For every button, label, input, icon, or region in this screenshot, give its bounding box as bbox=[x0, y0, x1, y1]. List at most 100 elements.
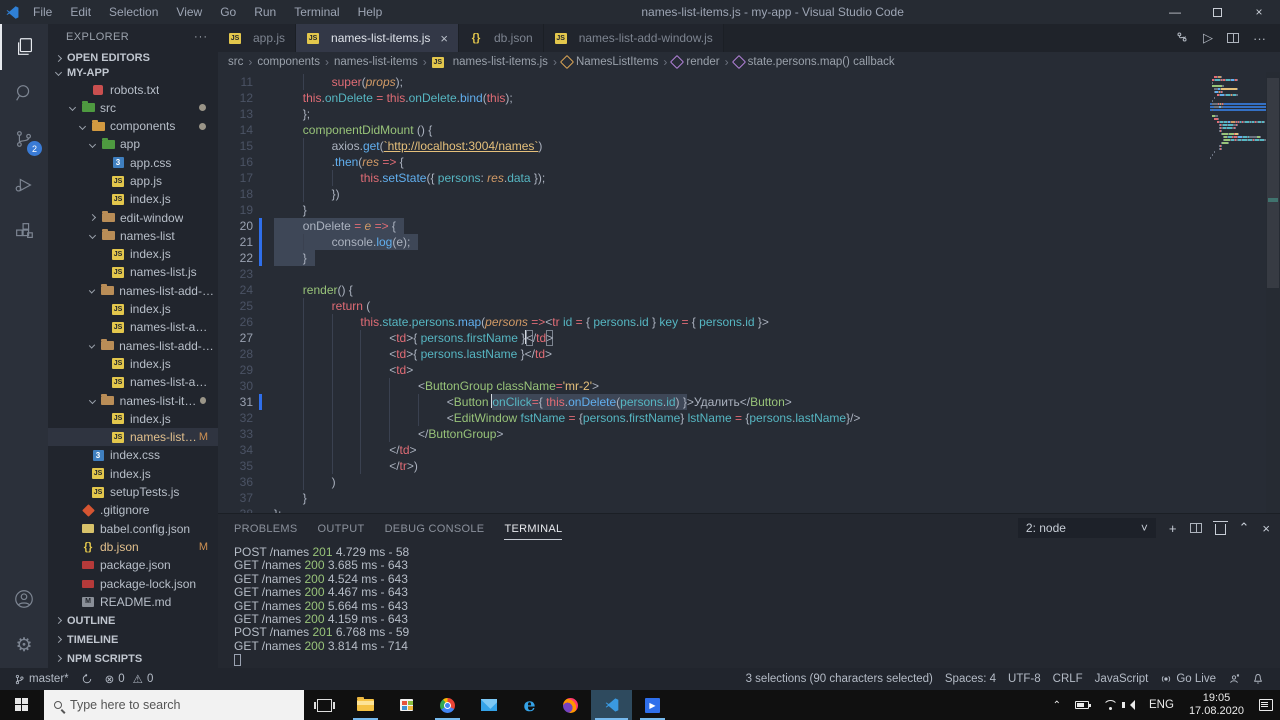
run-debug-icon[interactable] bbox=[0, 162, 48, 208]
code-line-11[interactable]: 11 super(props); bbox=[218, 74, 1208, 90]
taskbar-search-input[interactable]: Type here to search bbox=[44, 690, 304, 720]
tree-item[interactable]: app bbox=[48, 135, 218, 153]
file-explorer-taskbar-icon[interactable] bbox=[345, 690, 386, 720]
code-line-18[interactable]: 18}) bbox=[218, 186, 1208, 202]
code-line-32[interactable]: 32 < EditWindow fstName = {persons. firstNa… bbox=[218, 410, 1208, 426]
sync-indicator[interactable] bbox=[75, 668, 99, 690]
movies-tv-taskbar-icon[interactable]: ▶ bbox=[632, 690, 673, 720]
source-control-icon[interactable]: 2 bbox=[0, 116, 48, 162]
menu-help[interactable]: Help bbox=[349, 0, 392, 24]
sidebar-section-timeline[interactable]: TIMELINE bbox=[48, 630, 218, 649]
sidebar-section-npm-scripts[interactable]: NPM SCRIPTS bbox=[48, 649, 218, 668]
code-line-34[interactable]: 34 </td > bbox=[218, 442, 1208, 458]
tree-item[interactable]: robots.txt bbox=[48, 80, 218, 98]
tree-item[interactable]: JS names-list-add-moda... bbox=[48, 318, 218, 336]
sidebar-section-outline[interactable]: OUTLINE bbox=[48, 611, 218, 630]
notifications-bell-icon[interactable] bbox=[1246, 668, 1270, 690]
maximize-panel-icon[interactable]: ⌃ bbox=[1239, 520, 1250, 536]
tree-item[interactable]: JS index.js bbox=[48, 355, 218, 373]
language-indicator[interactable]: ENG bbox=[1142, 690, 1181, 720]
code-line-33[interactable]: 33 </ButtonGroup > bbox=[218, 426, 1208, 442]
workspace-root[interactable]: MY-APP bbox=[48, 66, 218, 81]
tree-item[interactable]: babel.config.json bbox=[48, 520, 218, 538]
tree-item[interactable]: edit-window bbox=[48, 208, 218, 226]
code-line-35[interactable]: 35 </tr >) bbox=[218, 458, 1208, 474]
minimize-button[interactable]: — bbox=[1154, 0, 1196, 24]
mail-taskbar-icon[interactable] bbox=[468, 690, 509, 720]
terminal-output[interactable]: POST /names 201 4.729 ms - 58 GET /names … bbox=[218, 542, 1280, 668]
tree-item[interactable]: package-lock.json bbox=[48, 574, 218, 592]
code-line-12[interactable]: 12 this. onDelete = this. onDelete. bind(thi… bbox=[218, 90, 1208, 106]
indentation-indicator[interactable]: Spaces: 4 bbox=[939, 668, 1002, 690]
tree-item[interactable]: .gitignore bbox=[48, 501, 218, 519]
menu-run[interactable]: Run bbox=[245, 0, 285, 24]
chrome-taskbar-icon[interactable] bbox=[427, 690, 468, 720]
tree-item[interactable]: names-list bbox=[48, 227, 218, 245]
close-panel-icon[interactable]: × bbox=[1262, 521, 1270, 536]
new-terminal-icon[interactable]: + bbox=[1169, 521, 1177, 536]
encoding-indicator[interactable]: UTF-8 bbox=[1002, 668, 1047, 690]
open-editors-section[interactable]: OPEN EDITORS bbox=[48, 51, 218, 66]
code-line-30[interactable]: 30 < ButtonGroup className ='mr-2' > bbox=[218, 378, 1208, 394]
tree-item[interactable]: 3 app.css bbox=[48, 154, 218, 172]
split-editor-icon[interactable] bbox=[1227, 33, 1239, 43]
tree-item[interactable]: JS setupTests.js bbox=[48, 483, 218, 501]
menu-file[interactable]: File bbox=[24, 0, 61, 24]
editor-tab-app.js[interactable]: JS app.js bbox=[218, 24, 297, 52]
panel-tab-debug-console[interactable]: DEBUG CONSOLE bbox=[385, 517, 485, 540]
open-changes-icon[interactable] bbox=[1175, 30, 1189, 47]
go-live-button[interactable]: Go Live bbox=[1154, 668, 1222, 690]
tree-item[interactable]: names-list-items bbox=[48, 391, 218, 409]
code-line-22[interactable]: 22} bbox=[218, 250, 1208, 266]
start-button[interactable] bbox=[0, 690, 44, 720]
code-line-21[interactable]: 21 console. log (e); bbox=[218, 234, 1208, 250]
code-line-14[interactable]: 14 componentDidMount () { bbox=[218, 122, 1208, 138]
store-taskbar-icon[interactable] bbox=[386, 690, 427, 720]
breadcrumb-item[interactable]: state.persons.map() callback bbox=[731, 54, 895, 70]
breadcrumb-item[interactable]: render bbox=[670, 54, 720, 70]
code-line-15[interactable]: 15 axios. get(`http://localhost:3004/names… bbox=[218, 138, 1208, 154]
notification-center-icon[interactable] bbox=[1252, 690, 1280, 720]
close-tab-icon[interactable]: × bbox=[440, 31, 448, 46]
tree-item[interactable]: JS index.js bbox=[48, 190, 218, 208]
code-line-13[interactable]: 13}; bbox=[218, 106, 1208, 122]
task-view-button[interactable] bbox=[304, 690, 345, 720]
editor-tab-names-list-add-window.js[interactable]: JS names-list-add-window.js bbox=[543, 24, 724, 52]
code-line-19[interactable]: 19} bbox=[218, 202, 1208, 218]
close-button[interactable]: × bbox=[1238, 0, 1280, 24]
selection-info[interactable]: 3 selections (90 characters selected) bbox=[740, 668, 939, 690]
tree-item[interactable]: {} db.json M bbox=[48, 538, 218, 556]
editor-scrollbar[interactable] bbox=[1266, 72, 1280, 513]
split-terminal-icon[interactable] bbox=[1189, 523, 1202, 533]
code-line-16[interactable]: 16. then(res => { bbox=[218, 154, 1208, 170]
code-line-17[interactable]: 17 this. setState({ persons: res. data }); bbox=[218, 170, 1208, 186]
tray-chevron-icon[interactable]: ⌃ bbox=[1046, 690, 1068, 720]
code-editor[interactable]: 11 super(props); 12 this. onDelete = this. on… bbox=[218, 72, 1280, 513]
menu-edit[interactable]: Edit bbox=[61, 0, 100, 24]
terminal-selector[interactable]: 2: node ˅ bbox=[1017, 518, 1156, 538]
code-line-23[interactable]: 23 bbox=[218, 266, 1208, 282]
tree-item[interactable]: JS index.js bbox=[48, 300, 218, 318]
panel-tab-terminal[interactable]: TERMINAL bbox=[504, 517, 563, 540]
menu-view[interactable]: View bbox=[167, 0, 211, 24]
panel-tab-output[interactable]: OUTPUT bbox=[318, 517, 365, 540]
editor-tab-db.json[interactable]: {} db.json bbox=[458, 24, 544, 52]
extensions-icon[interactable] bbox=[0, 208, 48, 254]
problems-indicator[interactable]: ⊗ 0 ⚠ 0 bbox=[99, 668, 160, 690]
restore-button[interactable] bbox=[1196, 0, 1238, 24]
code-line-26[interactable]: 26 this. state. persons. map(persons => < tr i… bbox=[218, 314, 1208, 330]
sidebar-more-actions-icon[interactable]: ··· bbox=[194, 31, 208, 43]
tree-item[interactable]: JS names-list-add-wind... bbox=[48, 373, 218, 391]
settings-gear-icon[interactable]: ⚙ bbox=[0, 622, 48, 668]
tree-item[interactable]: src bbox=[48, 99, 218, 117]
volume-icon[interactable] bbox=[1122, 690, 1142, 720]
account-icon[interactable] bbox=[0, 576, 48, 622]
explorer-icon[interactable] bbox=[0, 24, 48, 70]
tree-item[interactable]: JS index.js bbox=[48, 245, 218, 263]
vscode-taskbar-icon[interactable] bbox=[591, 690, 632, 720]
code-line-31[interactable]: 31 < Button onClick ={ this. onDelete(person… bbox=[218, 394, 1208, 410]
tree-item[interactable]: names-list-add-modal bbox=[48, 282, 218, 300]
tree-item[interactable]: JS app.js bbox=[48, 172, 218, 190]
code-line-36[interactable]: 36) bbox=[218, 474, 1208, 490]
feedback-icon[interactable] bbox=[1222, 668, 1246, 690]
